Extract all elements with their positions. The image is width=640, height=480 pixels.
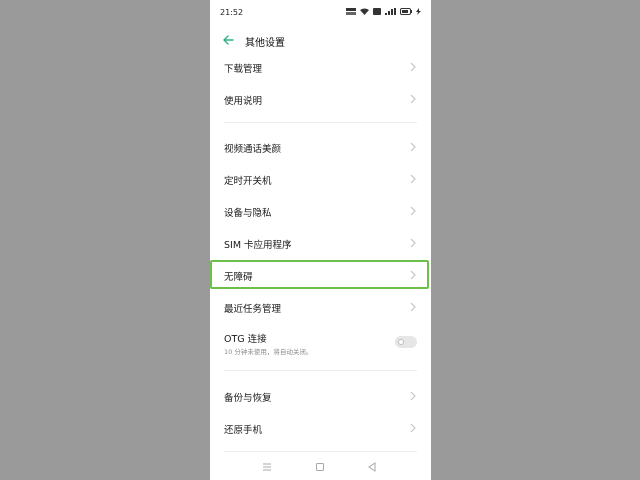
chevron-right-icon: [410, 94, 416, 104]
chevron-right-icon: [410, 142, 416, 152]
phone-screen: 21:52 其他设置 下载管理 使用说明 视频通话美颜 定时开关机 设备与隐私 …: [210, 0, 431, 480]
section-divider: [224, 122, 417, 123]
settings-item-label: 备份与恢复: [224, 393, 272, 404]
chevron-right-icon: [410, 62, 416, 72]
chevron-right-icon: [410, 206, 416, 216]
status-bar: 21:52: [210, 0, 431, 26]
back-arrow-icon[interactable]: [221, 33, 235, 47]
navigation-bar: [210, 455, 431, 480]
settings-item-label: 最近任务管理: [224, 304, 282, 315]
settings-item-label: SIM 卡应用程序: [224, 240, 292, 251]
chevron-right-icon: [410, 174, 416, 184]
signal-icon: [385, 8, 396, 15]
data-speed-icon: [346, 8, 356, 15]
header: 其他设置: [210, 30, 431, 52]
section-divider: [224, 370, 417, 371]
settings-item-recent-tasks[interactable]: 最近任务管理: [210, 292, 431, 322]
hd-icon: [373, 8, 381, 15]
settings-item-description: 10 分钟未使用，将自动关闭。: [224, 348, 313, 356]
status-icons: [346, 8, 421, 15]
settings-item-user-guide[interactable]: 使用说明: [210, 84, 431, 114]
settings-item-sim-apps[interactable]: SIM 卡应用程序: [210, 228, 431, 258]
chevron-right-icon: [410, 238, 416, 248]
home-icon[interactable]: [314, 461, 326, 473]
settings-item-label: 还原手机: [224, 425, 263, 436]
highlight-box: [210, 260, 429, 289]
page-title: 其他设置: [245, 38, 285, 49]
settings-item-reset-phone[interactable]: 还原手机: [210, 413, 431, 443]
menu-icon[interactable]: [261, 461, 273, 473]
status-time: 21:52: [220, 8, 244, 17]
battery-icon: [400, 8, 412, 15]
chevron-right-icon: [410, 302, 416, 312]
settings-item-backup-restore[interactable]: 备份与恢复: [210, 381, 431, 411]
wifi-icon: [360, 8, 369, 15]
back-icon[interactable]: [366, 461, 378, 473]
section-divider: [224, 451, 417, 452]
toggle-knob: [398, 339, 404, 345]
otg-toggle[interactable]: [395, 336, 417, 348]
settings-item-label: 使用说明: [224, 96, 263, 107]
settings-item-scheduled-power[interactable]: 定时开关机: [210, 164, 431, 194]
settings-item-video-call-beauty[interactable]: 视频通话美颜: [210, 132, 431, 162]
settings-item-label: 定时开关机: [224, 176, 272, 187]
settings-item-label: 下载管理: [224, 64, 263, 75]
charging-icon: [416, 8, 421, 15]
chevron-right-icon: [410, 391, 416, 401]
settings-item-device-privacy[interactable]: 设备与隐私: [210, 196, 431, 226]
settings-item-label: OTG 连接: [224, 334, 267, 345]
chevron-right-icon: [410, 423, 416, 433]
settings-item-label: 设备与隐私: [224, 208, 272, 219]
settings-item-label: 视频通话美颜: [224, 144, 282, 155]
settings-item-download-management[interactable]: 下载管理: [210, 52, 431, 82]
